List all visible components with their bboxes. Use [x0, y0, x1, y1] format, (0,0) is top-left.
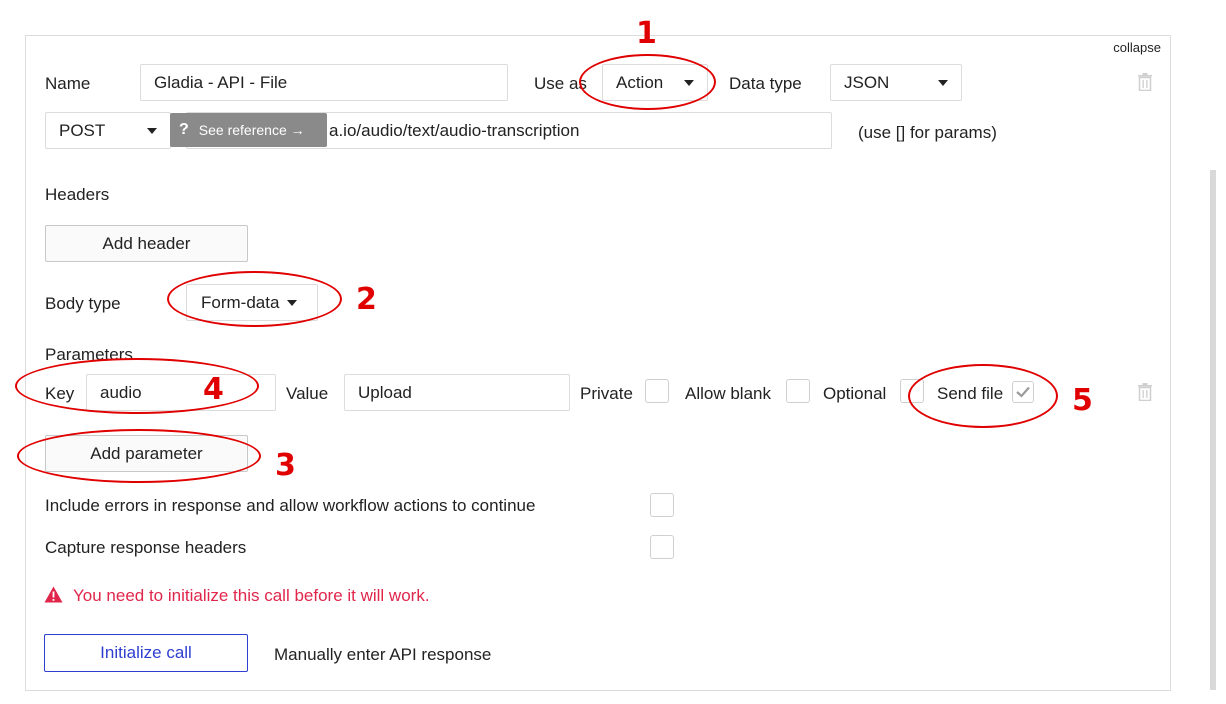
body-type-label: Body type: [45, 294, 121, 313]
capture-headers-checkbox[interactable]: [650, 535, 674, 559]
annotation-number-1: 1: [636, 16, 657, 51]
warning-triangle-icon: [44, 586, 63, 603]
see-reference-text: See reference →: [198, 122, 305, 138]
key-input-value: audio: [100, 382, 142, 402]
allow-blank-checkbox[interactable]: [786, 379, 810, 403]
key-label: Key: [45, 384, 75, 403]
add-header-button[interactable]: Add header: [45, 225, 248, 262]
include-errors-checkbox[interactable]: [650, 493, 674, 517]
value-input[interactable]: Upload: [344, 374, 570, 411]
method-value: POST: [59, 120, 106, 140]
body-type-dropdown[interactable]: Form-data: [186, 284, 318, 321]
use-as-dropdown[interactable]: Action: [602, 64, 708, 101]
include-errors-label: Include errors in response and allow wor…: [45, 496, 536, 515]
annotation-number-4: 4: [203, 372, 224, 407]
private-label: Private: [580, 384, 633, 403]
parameters-title: Parameters: [45, 345, 133, 364]
chevron-down-icon: [287, 299, 298, 306]
optional-checkbox[interactable]: [900, 379, 924, 403]
annotation-number-3: 3: [275, 448, 296, 483]
trash-icon[interactable]: [1137, 73, 1153, 91]
annotation-number-5: 5: [1072, 383, 1093, 418]
optional-label: Optional: [823, 384, 887, 403]
checkmark-icon: [1016, 386, 1030, 398]
chevron-down-icon: [147, 127, 157, 134]
scrollbar[interactable]: [1210, 170, 1216, 690]
chevron-down-icon: [684, 79, 694, 86]
see-reference-tooltip[interactable]: ? See reference →: [170, 113, 327, 147]
collapse-link[interactable]: collapse: [1113, 40, 1161, 55]
send-file-label: Send file: [937, 384, 1004, 403]
url-input-value: a.io/audio/text/audio-transcription: [329, 120, 580, 140]
chevron-down-icon: [938, 79, 948, 86]
help-icon: ?: [179, 121, 189, 138]
name-input-value: Gladia - API - File: [154, 72, 288, 92]
capture-headers-label: Capture response headers: [45, 538, 247, 557]
manual-response-link[interactable]: Manually enter API response: [274, 645, 491, 665]
headers-title: Headers: [45, 185, 110, 204]
key-input[interactable]: audio: [86, 374, 276, 411]
send-file-checkbox[interactable]: [1012, 381, 1034, 403]
warning-text: You need to initialize this call before …: [73, 586, 430, 605]
data-type-label: Data type: [729, 74, 802, 93]
data-type-value: JSON: [844, 72, 890, 92]
use-as-label: Use as: [534, 74, 587, 93]
data-type-dropdown[interactable]: JSON: [830, 64, 962, 101]
name-label: Name: [45, 74, 91, 93]
trash-icon[interactable]: [1137, 383, 1153, 401]
private-checkbox[interactable]: [645, 379, 669, 403]
method-dropdown[interactable]: POST: [45, 112, 171, 149]
value-label: Value: [286, 384, 329, 403]
initialize-call-button[interactable]: Initialize call: [44, 634, 248, 672]
annotation-number-2: 2: [356, 282, 377, 317]
add-parameter-button[interactable]: Add parameter: [45, 435, 248, 472]
value-input-value: Upload: [358, 382, 412, 402]
use-as-value: Action: [616, 72, 664, 92]
allow-blank-label: Allow blank: [685, 384, 771, 403]
body-type-value: Form-data: [201, 292, 280, 312]
params-hint: (use [] for params): [858, 123, 997, 142]
name-input[interactable]: Gladia - API - File: [140, 64, 508, 101]
